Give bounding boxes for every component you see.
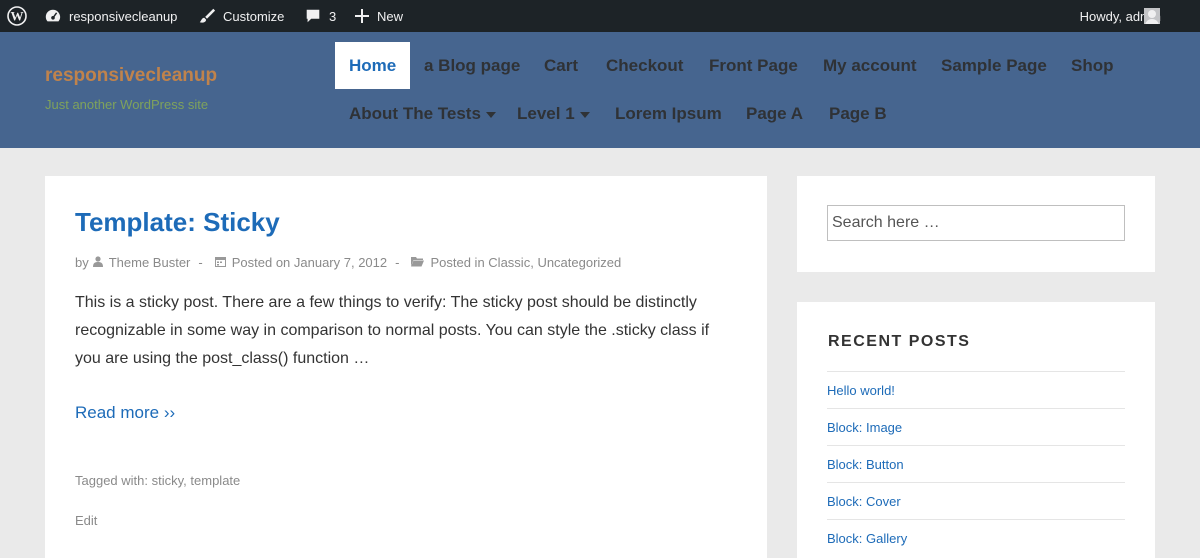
new-content-link[interactable]: New — [354, 0, 403, 32]
nav-label: About The Tests — [349, 103, 481, 123]
read-more-link[interactable]: Read more ›› — [75, 403, 175, 423]
calendar-icon — [214, 255, 226, 270]
nav-item-sample-page[interactable]: Sample Page — [927, 42, 1061, 89]
nav-item-home[interactable]: Home — [335, 42, 411, 89]
comment-bubble-icon — [306, 9, 320, 23]
post-meta: by Theme Buster - Posted on January 7, 2… — [75, 255, 622, 270]
nav-item-level-1[interactable]: Level 1 — [503, 90, 604, 137]
nav-item-front-page[interactable]: Front Page — [695, 42, 812, 89]
recent-post-link[interactable]: Hello world! — [827, 371, 1125, 408]
nav-item-checkout[interactable]: Checkout — [592, 42, 697, 89]
admin-bar: W responsivecleanup Customize 3 New Howd… — [0, 0, 1200, 32]
dashboard-icon — [45, 9, 61, 22]
search-input[interactable] — [827, 205, 1125, 241]
nav-label: Level 1 — [517, 103, 575, 123]
nav-item-shop[interactable]: Shop — [1057, 42, 1128, 89]
meta-separator: - — [198, 255, 203, 270]
nav-item-cart[interactable]: Cart — [530, 42, 592, 89]
nav-item-my-account[interactable]: My account — [809, 42, 931, 89]
wordpress-logo-icon[interactable]: W — [7, 0, 27, 32]
new-label: New — [377, 8, 404, 24]
folder-icon — [411, 255, 425, 270]
recent-post-link[interactable]: Block: Cover — [827, 482, 1125, 519]
post-excerpt: This is a sticky post. There are a few t… — [75, 294, 710, 367]
recent-posts-widget: RECENT POSTS Hello world! Block: Image B… — [797, 302, 1155, 558]
nav-item-blog-page[interactable]: a Blog page — [410, 42, 534, 89]
plus-icon — [355, 9, 369, 23]
tag-link[interactable]: template — [190, 473, 240, 488]
recent-post-link[interactable]: Block: Button — [827, 445, 1125, 482]
posted-on: Posted on January 7, 2012 — [231, 255, 388, 270]
svg-text:W: W — [11, 9, 24, 24]
post-tags: Tagged with: sticky, template — [75, 473, 241, 488]
post-card: Template: Sticky by Theme Buster - Poste… — [45, 176, 767, 558]
search-widget — [797, 176, 1155, 272]
admin-site-link[interactable]: responsivecleanup — [44, 0, 177, 32]
tagged-with-label: Tagged with: — [75, 473, 148, 488]
by-label: by — [75, 255, 89, 270]
posted-in-label: Posted in — [430, 255, 485, 270]
comments-count: 3 — [329, 8, 337, 24]
post-title[interactable]: Template: Sticky — [75, 207, 280, 238]
tag-link[interactable]: sticky — [152, 473, 184, 488]
site-title[interactable]: responsivecleanup — [45, 65, 217, 87]
paintbrush-icon — [199, 8, 216, 23]
nav-item-page-b[interactable]: Page B — [815, 90, 901, 137]
recent-posts-title: RECENT POSTS — [828, 333, 971, 350]
nav-item-page-a[interactable]: Page A — [732, 90, 817, 137]
caret-down-icon — [485, 111, 496, 118]
recent-post-link[interactable]: Block: Image — [827, 408, 1125, 445]
author-link[interactable]: Theme Buster — [109, 255, 191, 270]
customize-link[interactable]: Customize — [198, 0, 284, 32]
edit-link[interactable]: Edit — [75, 513, 97, 528]
comments-link[interactable]: 3 — [304, 0, 336, 32]
nav-item-about-the-tests[interactable]: About The Tests — [335, 90, 510, 137]
meta-separator: - — [395, 255, 400, 270]
caret-down-icon — [579, 111, 590, 118]
site-tagline: Just another WordPress site — [45, 97, 209, 112]
category-link[interactable]: Uncategorized — [537, 255, 621, 270]
avatar[interactable] — [1144, 8, 1160, 24]
category-link[interactable]: Classic — [488, 255, 530, 270]
recent-post-link[interactable]: Block: Gallery — [827, 519, 1125, 556]
site-header: responsivecleanup Just another WordPress… — [0, 32, 1200, 148]
user-icon — [92, 255, 103, 270]
recent-posts-list: Hello world! Block: Image Block: Button … — [827, 371, 1125, 556]
customize-label: Customize — [223, 8, 285, 24]
nav-item-lorem-ipsum[interactable]: Lorem Ipsum — [601, 90, 736, 137]
admin-site-name: responsivecleanup — [69, 8, 178, 24]
